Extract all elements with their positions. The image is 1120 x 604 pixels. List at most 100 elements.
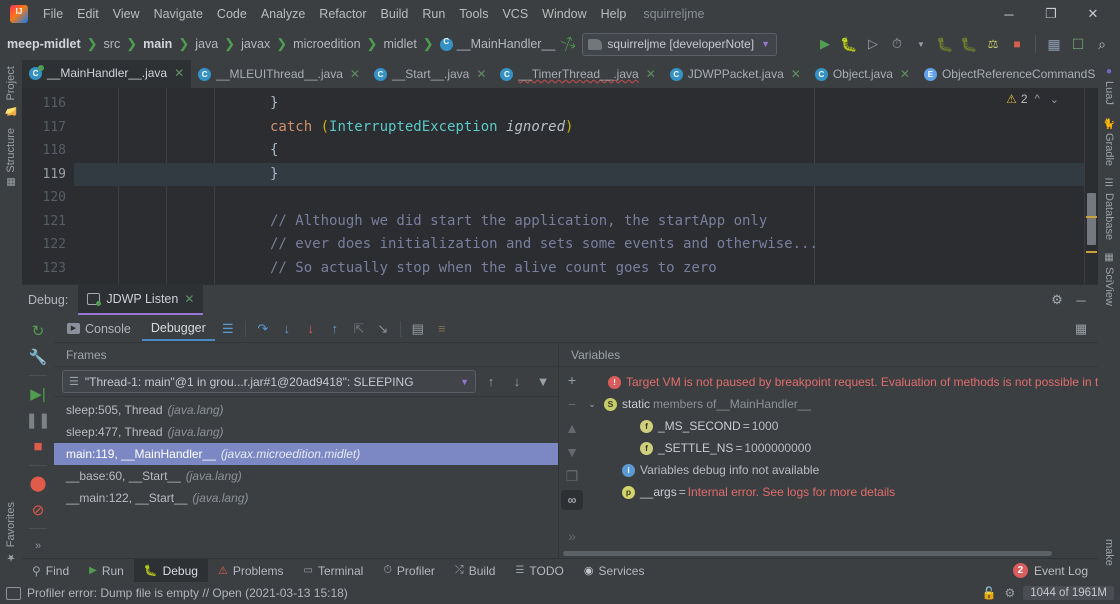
variable-row-settle-ns[interactable]: f _SETTLE_NS = 1000000000 bbox=[585, 437, 1098, 459]
tool-button-build[interactable]: ⤮ Build bbox=[445, 559, 506, 582]
menu-refactor[interactable]: Refactor bbox=[312, 3, 373, 25]
updates-button[interactable]: ☐ bbox=[1066, 32, 1090, 56]
variable-row-debug-info[interactable]: i Variables debug info not available bbox=[585, 459, 1098, 481]
layout-chooser-icon[interactable]: ▦ bbox=[1070, 318, 1092, 340]
down-arrow-icon[interactable]: ↓ bbox=[506, 371, 528, 393]
search-everywhere-icon[interactable]: ⌕ bbox=[1090, 32, 1114, 56]
close-icon[interactable]: ✕ bbox=[476, 67, 486, 81]
stop-button[interactable]: ■ bbox=[1005, 32, 1029, 56]
tool-button-debug[interactable]: 🐛 Debug bbox=[133, 559, 208, 582]
close-icon[interactable]: ✕ bbox=[900, 67, 910, 81]
editor-tab-mleuithread[interactable]: __MLEUIThread__.java ✕ bbox=[191, 60, 367, 88]
event-log-button[interactable]: 2 Event Log bbox=[1012, 559, 1098, 582]
menu-run[interactable]: Run bbox=[415, 3, 452, 25]
watches-icon[interactable]: ∞ bbox=[561, 490, 583, 510]
editor-tab-mainhandler[interactable]: __MainHandler__.java ✕ bbox=[22, 60, 192, 88]
move-up-icon[interactable]: ▲ bbox=[561, 418, 583, 438]
variable-row-static-members[interactable]: ⌄ S static members of __MainHandler__ bbox=[585, 393, 1098, 415]
menu-build[interactable]: Build bbox=[374, 3, 416, 25]
window-close-button[interactable]: ✕ bbox=[1072, 1, 1114, 27]
frame-row[interactable]: __main:122, __Start__ (java.lang) bbox=[54, 487, 558, 509]
breadcrumb-mainhandler[interactable]: __MainHandler__ bbox=[439, 35, 557, 53]
step-over-icon[interactable]: ↷ bbox=[252, 318, 274, 340]
frame-row[interactable]: sleep:477, Thread (java.lang) bbox=[54, 421, 558, 443]
breadcrumb-src[interactable]: src bbox=[103, 35, 122, 53]
status-message[interactable]: Profiler error: Dump file is empty // Op… bbox=[27, 586, 348, 600]
breadcrumb-meep-midlet[interactable]: meep-midlet bbox=[6, 35, 82, 53]
tool-button-find[interactable]: ⚲ Find bbox=[22, 559, 79, 582]
more-icon[interactable]: » bbox=[561, 526, 583, 546]
cpu-profiler-button[interactable]: 🐛 bbox=[957, 32, 981, 56]
tool-button-terminal[interactable]: ▭ Terminal bbox=[294, 559, 374, 582]
project-structure-button[interactable]: ▦ bbox=[1042, 32, 1066, 56]
window-minimize-button[interactable]: ─ bbox=[988, 1, 1030, 27]
inspection-widget[interactable]: ⚠ 2 ^ ⌄ bbox=[1006, 92, 1062, 106]
debug-button[interactable]: 🐛 bbox=[837, 32, 861, 56]
copy-icon[interactable]: ❐ bbox=[561, 466, 583, 486]
rerun-icon[interactable]: ↻ bbox=[25, 319, 51, 343]
menu-vcs[interactable]: VCS bbox=[495, 3, 535, 25]
step-out-icon[interactable]: ↑ bbox=[324, 318, 346, 340]
breadcrumb-microedition[interactable]: microedition bbox=[292, 35, 361, 53]
sidebar-item-make[interactable]: make bbox=[1103, 533, 1115, 572]
close-icon[interactable]: ✕ bbox=[646, 67, 656, 81]
thread-selector[interactable]: ☰ "Thread-1: main"@1 in grou...r.jar#1@2… bbox=[62, 370, 476, 393]
tab-console[interactable]: Console bbox=[58, 318, 140, 340]
layout-settings-icon[interactable]: ☰ bbox=[217, 318, 239, 340]
resume-program-icon[interactable]: ▶| bbox=[25, 382, 51, 406]
close-icon[interactable]: ✕ bbox=[791, 67, 801, 81]
step-into-icon[interactable]: ↓ bbox=[276, 318, 298, 340]
sidebar-item-luaj[interactable]: ● LuaJ bbox=[1103, 60, 1115, 111]
close-icon[interactable]: ✕ bbox=[174, 66, 184, 80]
view-breakpoints-icon[interactable]: ⬤ bbox=[25, 471, 51, 495]
drop-frame-icon[interactable]: ⇱ bbox=[348, 318, 370, 340]
variable-row-ms-second[interactable]: f _MS_SECOND = 1000 bbox=[585, 415, 1098, 437]
menu-tools[interactable]: Tools bbox=[452, 3, 495, 25]
variable-row-error[interactable]: ! Target VM is not paused by breakpoint … bbox=[585, 371, 1098, 393]
editor-tab-start[interactable]: __Start__.java ✕ bbox=[367, 60, 493, 88]
gear-icon[interactable]: ⚙ bbox=[1046, 289, 1068, 311]
frame-row-selected[interactable]: main:119, __MainHandler__ (javax.microed… bbox=[54, 443, 558, 465]
menu-analyze[interactable]: Analyze bbox=[254, 3, 312, 25]
variables-list[interactable]: ! Target VM is not paused by breakpoint … bbox=[585, 367, 1098, 548]
mute-breakpoints-icon[interactable]: ⊘ bbox=[25, 498, 51, 522]
variable-row-args[interactable]: p __args = Internal error. See logs for … bbox=[585, 481, 1098, 503]
more-icon[interactable]: » bbox=[25, 534, 51, 558]
sidebar-item-structure[interactable]: ▦ Structure bbox=[5, 122, 17, 194]
force-step-into-icon[interactable]: ↓ bbox=[300, 318, 322, 340]
frames-list[interactable]: sleep:505, Thread (java.lang) sleep:477,… bbox=[54, 397, 558, 558]
sidebar-item-project[interactable]: 📂 Project bbox=[5, 60, 17, 122]
profile-button[interactable]: ⏱ bbox=[885, 32, 909, 56]
editor-tab-object[interactable]: Object.java ✕ bbox=[808, 60, 917, 88]
breadcrumb-java[interactable]: java bbox=[194, 35, 219, 53]
menu-help[interactable]: Help bbox=[594, 3, 634, 25]
status-message-icon[interactable] bbox=[6, 586, 21, 600]
sidebar-item-gradle[interactable]: 🐈 Gradle bbox=[1103, 111, 1115, 172]
pause-program-icon[interactable]: ❚❚ bbox=[25, 409, 51, 433]
debug-session-tab-jdwp-listen[interactable]: JDWP Listen ✕ bbox=[78, 285, 204, 315]
editor-tab-jdwppacket[interactable]: JDWPPacket.java ✕ bbox=[663, 60, 808, 88]
evaluate-expression-icon[interactable]: ▤ bbox=[407, 318, 429, 340]
up-arrow-icon[interactable]: ↑ bbox=[480, 371, 502, 393]
tool-button-run[interactable]: ▶ Run bbox=[79, 559, 134, 582]
editor-tab-objectreferencecommands[interactable]: ObjectReferenceCommandS bbox=[917, 60, 1098, 88]
menu-view[interactable]: View bbox=[106, 3, 147, 25]
breadcrumb-main[interactable]: main bbox=[142, 35, 173, 53]
code-editor[interactable]: 116 117 118 119 120 121 122 123 } catch … bbox=[22, 88, 1098, 284]
build-hammer-icon[interactable]: ⤮ bbox=[559, 34, 577, 54]
close-icon[interactable]: ✕ bbox=[184, 292, 194, 306]
sidebar-item-favorites[interactable]: ★ Favorites bbox=[5, 496, 17, 568]
run-configuration-selector[interactable]: squirreljme [developerNote] ▼ bbox=[582, 32, 778, 56]
filter-icon[interactable]: ▼ bbox=[532, 371, 554, 393]
move-down-icon[interactable]: ▼ bbox=[561, 442, 583, 462]
inspection-icon[interactable]: ⚙ bbox=[1005, 586, 1016, 600]
tab-debugger[interactable]: Debugger bbox=[141, 317, 215, 341]
attach-debugger-button[interactable]: ⚖ bbox=[981, 32, 1005, 56]
chevron-down-icon[interactable]: ⌄ bbox=[585, 399, 599, 410]
menu-window[interactable]: Window bbox=[535, 3, 593, 25]
close-icon[interactable]: ✕ bbox=[350, 67, 360, 81]
lock-icon[interactable]: 🔓 bbox=[982, 586, 997, 600]
run-to-cursor-icon[interactable]: ↘ bbox=[372, 318, 394, 340]
window-maximize-button[interactable]: ❐ bbox=[1030, 1, 1072, 27]
tool-button-todo[interactable]: ☰ TODO bbox=[505, 559, 573, 582]
